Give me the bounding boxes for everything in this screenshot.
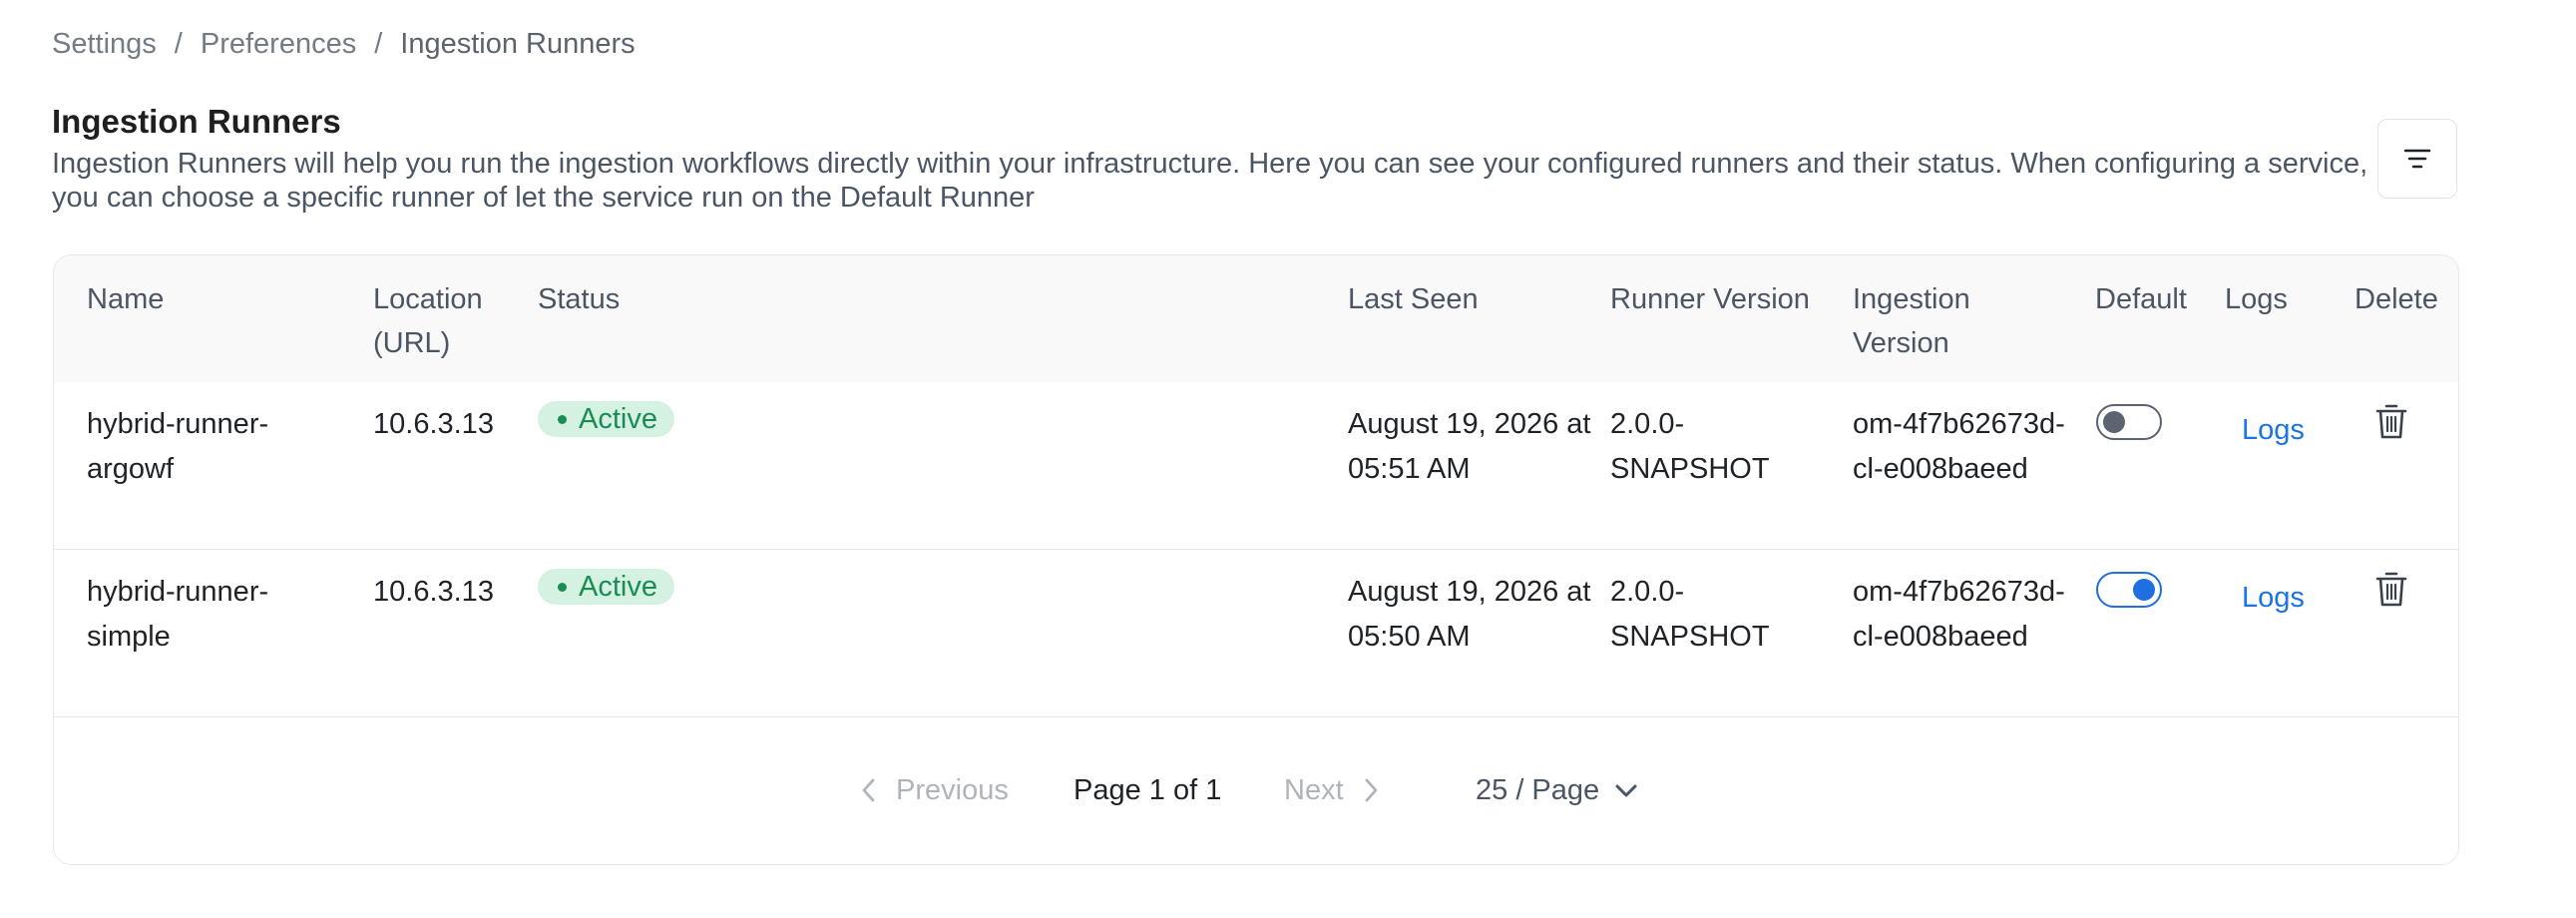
page-title: Ingestion Runners (52, 103, 341, 140)
filter-lines-icon (2403, 149, 2431, 169)
page-size-value: 25 / Page (1476, 774, 1600, 806)
filter-button[interactable] (2377, 119, 2457, 199)
logs-link[interactable]: Logs (2242, 582, 2305, 615)
logs-link[interactable]: Logs (2242, 414, 2305, 447)
breadcrumb-settings[interactable]: Settings (52, 28, 157, 61)
trash-icon[interactable] (2374, 403, 2408, 441)
column-header-name[interactable]: Name (87, 277, 164, 321)
pagination: Previous Page 1 of 1 Next 25 / Page (54, 718, 2458, 864)
ingestion-version: om-4f7b62673d-cl-e008baeed (1853, 576, 2065, 653)
trash-icon[interactable] (2374, 571, 2408, 609)
ingestion-version: om-4f7b62673d-cl-e008baeed (1853, 408, 2065, 485)
page-info: Page 1 of 1 (1073, 774, 1222, 806)
table-header: Name Location (URL) Status Last Seen Run… (54, 255, 2458, 383)
column-header-logs: Logs (2225, 283, 2288, 315)
column-header-location[interactable]: Location (URL) (373, 277, 503, 365)
column-header-ingestion-version[interactable]: Ingestion Version (1853, 277, 2012, 365)
status-dot-icon (558, 414, 567, 424)
column-header-last-seen[interactable]: Last Seen (1348, 277, 1479, 321)
status-badge: Active (538, 569, 674, 605)
column-header-delete: Delete (2355, 283, 2438, 315)
default-toggle[interactable] (2096, 404, 2162, 440)
toggle-knob (2103, 411, 2125, 433)
status-dot-icon (558, 582, 567, 592)
breadcrumb-preferences[interactable]: Preferences (201, 28, 356, 61)
toggle-knob (2133, 579, 2155, 601)
next-page-button[interactable]: Next (1284, 770, 1381, 810)
column-header-runner-version[interactable]: Runner Version (1610, 277, 1810, 321)
runners-table: Name Location (URL) Status Last Seen Run… (53, 254, 2459, 865)
column-header-status[interactable]: Status (538, 277, 620, 321)
breadcrumb-ingestion-runners: Ingestion Runners (400, 27, 636, 60)
chevron-right-icon (1365, 778, 1378, 802)
status-label: Active (579, 402, 657, 435)
last-seen: August 19, 2026 at 05:50 AM (1348, 576, 1591, 653)
status-badge: Active (538, 401, 674, 437)
previous-page-button[interactable]: Previous (859, 770, 1009, 810)
runner-name: hybrid-runner-argowf (87, 408, 269, 485)
next-label: Next (1284, 774, 1344, 806)
page-description: Ingestion Runners will help you run the … (52, 148, 2368, 214)
runner-version: 2.0.0-SNAPSHOT (1610, 408, 1770, 485)
runner-version: 2.0.0-SNAPSHOT (1610, 576, 1770, 653)
previous-label: Previous (896, 774, 1009, 806)
last-seen: August 19, 2026 at 05:51 AM (1348, 408, 1591, 485)
runner-name: hybrid-runner-simple (87, 576, 269, 653)
breadcrumb: Settings / Preferences / Ingestion Runne… (52, 26, 636, 62)
table-row: hybrid-runner-simple 10.6.3.13 Active Au… (54, 550, 2458, 717)
page-size-select[interactable]: 25 / Page (1476, 770, 1639, 810)
breadcrumb-separator: / (374, 27, 383, 60)
default-toggle[interactable] (2096, 572, 2162, 608)
runner-location: 10.6.3.13 (373, 408, 494, 440)
status-label: Active (579, 570, 657, 603)
breadcrumb-separator: / (174, 27, 183, 60)
chevron-down-icon (1615, 784, 1637, 797)
column-header-default: Default (2095, 283, 2187, 315)
runner-location: 10.6.3.13 (373, 576, 494, 608)
chevron-left-icon (862, 778, 875, 802)
table-row: hybrid-runner-argowf 10.6.3.13 Active Au… (54, 382, 2458, 550)
